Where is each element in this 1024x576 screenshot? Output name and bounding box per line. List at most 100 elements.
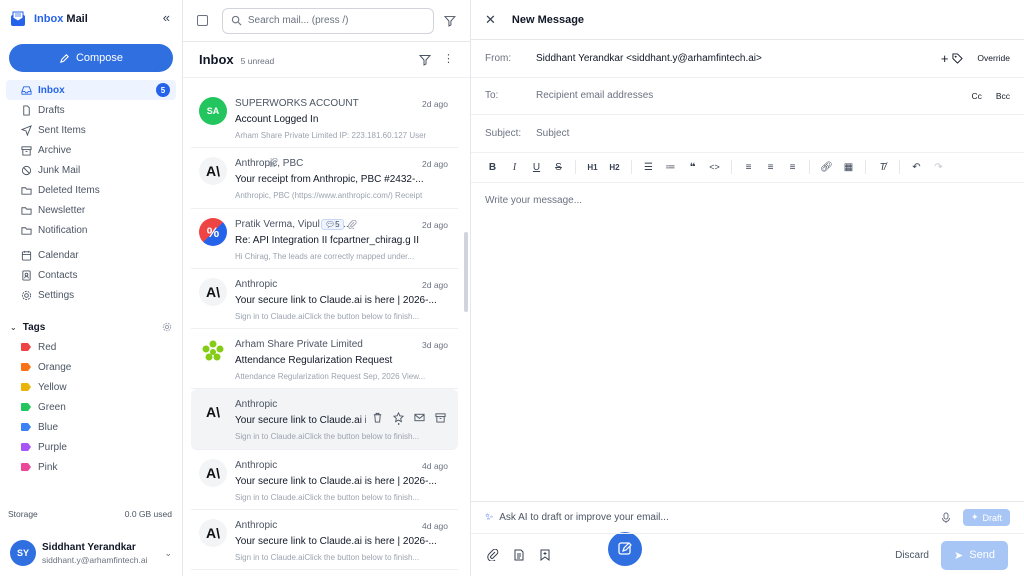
sidebar: Inbox Mail « Compose Inbox 5 Drafts Sent It…	[0, 0, 183, 576]
message-body[interactable]: Write your message...	[471, 183, 1024, 218]
compose-label: Compose	[75, 52, 124, 64]
mail-list-item[interactable]: A\ Anthropic 4d ago Your secure link to Cla…	[191, 450, 458, 511]
mail-preview: Sign in to Claude.aiClick the button bel…	[235, 492, 420, 502]
sidebar-item-label: Contacts	[38, 269, 78, 281]
strikethrough-icon[interactable]: S	[549, 158, 568, 177]
code-icon[interactable]: <>	[705, 158, 724, 177]
sparkles-icon: ✨︎	[485, 512, 494, 523]
sparkles-icon: ✦	[970, 512, 979, 522]
mail-list-item[interactable]: Arham Share Private Limited 3d ago Attenda…	[191, 329, 458, 390]
scrollbar[interactable]	[464, 232, 468, 312]
italic-icon[interactable]: I	[505, 158, 524, 177]
mail-sender: Anthropic	[235, 399, 278, 411]
tag-icon[interactable]	[952, 53, 964, 64]
paperclip-icon	[347, 219, 357, 229]
sidebar-item-calendar[interactable]: Calendar	[0, 245, 182, 265]
mail-preview: Arham Share Private Limited IP: 223.181.…	[235, 131, 427, 140]
bcc-button[interactable]: Bcc	[996, 91, 1010, 101]
numbered-list-icon[interactable]: ≔	[661, 158, 680, 177]
compose-footer: Discard ➤ Send	[471, 534, 1024, 576]
align-left-icon[interactable]: ≡	[739, 158, 758, 177]
calendar-icon	[21, 250, 32, 261]
user-menu[interactable]: SY Siddhant Yerandkar siddhant.y@arhamfi…	[10, 540, 172, 566]
brand-title: Inbox Mail	[34, 13, 88, 25]
collapse-sidebar-icon[interactable]: «	[163, 10, 170, 25]
bold-icon[interactable]: B	[483, 158, 502, 177]
sidebar-item-junk-mail[interactable]: Junk Mail	[0, 160, 182, 180]
bullet-list-icon[interactable]: ☰	[639, 158, 658, 177]
archive-icon[interactable]	[435, 412, 446, 424]
search-input[interactable]: Search mail... (press /)	[221, 7, 435, 34]
template-icon[interactable]	[513, 549, 525, 561]
filter-icon[interactable]	[444, 15, 456, 27]
discard-button[interactable]: Discard	[895, 550, 929, 561]
link-icon[interactable]: 🔗︎	[817, 158, 836, 177]
override-button[interactable]: Override	[977, 53, 1010, 63]
tag-item-purple[interactable]: Purple	[0, 437, 182, 457]
sidebar-item-notification[interactable]: Notification	[0, 220, 182, 240]
cc-button[interactable]: Cc	[971, 91, 981, 101]
tag-label: Green	[38, 401, 66, 413]
send-icon: ➤	[954, 549, 964, 562]
sidebar-item-newsletter[interactable]: Newsletter	[0, 200, 182, 220]
filter-icon[interactable]	[419, 54, 431, 66]
from-value[interactable]: Siddhant Yerandkar <siddhant.y@arhamfint…	[536, 53, 762, 64]
mail-list-item[interactable]: SA SUPERWORKS ACCOUNT 2d ago Account Logged…	[191, 88, 458, 149]
send-label: Send	[969, 549, 995, 561]
send-button[interactable]: ➤ Send	[941, 540, 1008, 570]
mail-sender: Anthropic	[235, 459, 278, 471]
sidebar-item-deleted-items[interactable]: Deleted Items	[0, 180, 182, 200]
heading2-icon[interactable]: H2	[605, 158, 624, 177]
mail-list-item[interactable]: % Pratik Verma, Vipul Pan... 💬︎5 2d ago Re: …	[191, 209, 458, 269]
tags-header[interactable]: ⌄ Tags	[0, 317, 182, 337]
to-input[interactable]: Recipient email addresses	[536, 90, 653, 101]
table-icon[interactable]: ▦	[839, 158, 858, 177]
tag-item-pink[interactable]: Pink	[0, 457, 182, 477]
draft-button[interactable]: ✦ Draft	[962, 509, 1010, 526]
paperclip-icon[interactable]	[487, 549, 499, 561]
tag-icon	[21, 403, 31, 411]
tag-item-orange[interactable]: Orange	[0, 357, 182, 377]
more-vertical-icon[interactable]: ⋮	[443, 54, 454, 65]
select-all-checkbox[interactable]	[197, 15, 208, 26]
sidebar-item-inbox[interactable]: Inbox 5	[6, 80, 176, 100]
microphone-icon[interactable]	[941, 512, 951, 524]
mail-list-item[interactable]: A\ Anthropic 4d ago Your secure link to Cla…	[191, 510, 458, 571]
underline-icon[interactable]: U	[527, 158, 546, 177]
ai-prompt-input[interactable]: Ask AI to draft or improve your email...	[499, 512, 669, 523]
quote-icon[interactable]: ❝	[683, 158, 702, 177]
tag-item-red[interactable]: Red	[0, 337, 182, 357]
sidebar-item-contacts[interactable]: Contacts	[0, 265, 182, 285]
tag-item-yellow[interactable]: Yellow	[0, 377, 182, 397]
mail-list-item[interactable]: A\ Anthropic 2d ago Your secure link to Cla…	[191, 269, 458, 330]
sidebar-item-sent-items[interactable]: Sent Items	[0, 120, 182, 140]
folder-icon	[21, 226, 32, 235]
mail-preview: Sign in to Claude.aiClick the button bel…	[235, 311, 420, 321]
mail-subject: Attendance Regularization Request	[235, 355, 393, 367]
trash-icon[interactable]	[372, 412, 383, 424]
align-right-icon[interactable]: ≡	[783, 158, 802, 177]
sidebar-item-settings[interactable]: Settings	[0, 285, 182, 305]
mail-icon[interactable]	[414, 412, 425, 423]
subject-input[interactable]: Subject	[536, 128, 569, 139]
clear-format-icon[interactable]: T̸	[873, 158, 892, 177]
close-icon[interactable]: ✕	[485, 12, 496, 28]
mail-scroll[interactable]: SA SUPERWORKS ACCOUNT 2d ago Account Logged…	[183, 88, 470, 576]
sidebar-item-archive[interactable]: Archive	[0, 140, 182, 160]
undo-icon[interactable]: ↶	[907, 158, 926, 177]
sidebar-item-drafts[interactable]: Drafts	[0, 100, 182, 120]
tag-item-blue[interactable]: Blue	[0, 417, 182, 437]
star-icon[interactable]	[393, 412, 404, 423]
compose-button[interactable]: Compose	[9, 44, 173, 72]
align-center-icon[interactable]: ≡	[761, 158, 780, 177]
heading1-icon[interactable]: H1	[583, 158, 602, 177]
tag-item-green[interactable]: Green	[0, 397, 182, 417]
mail-list-item[interactable]: A\ Anthropic, PBC 2d ago Your receipt from …	[191, 148, 458, 209]
plus-icon[interactable]: +	[941, 51, 949, 66]
mail-list-item[interactable]: A\ Anthropic Your secure link to Claude.ai…	[191, 389, 458, 450]
mail-subject: Your secure link to Claude.ai is here | …	[235, 475, 437, 487]
chevron-down-icon: ⌄	[10, 322, 17, 332]
gear-icon[interactable]	[162, 322, 172, 332]
signature-icon[interactable]	[539, 549, 551, 561]
mail-date: 4d ago	[422, 521, 448, 532]
